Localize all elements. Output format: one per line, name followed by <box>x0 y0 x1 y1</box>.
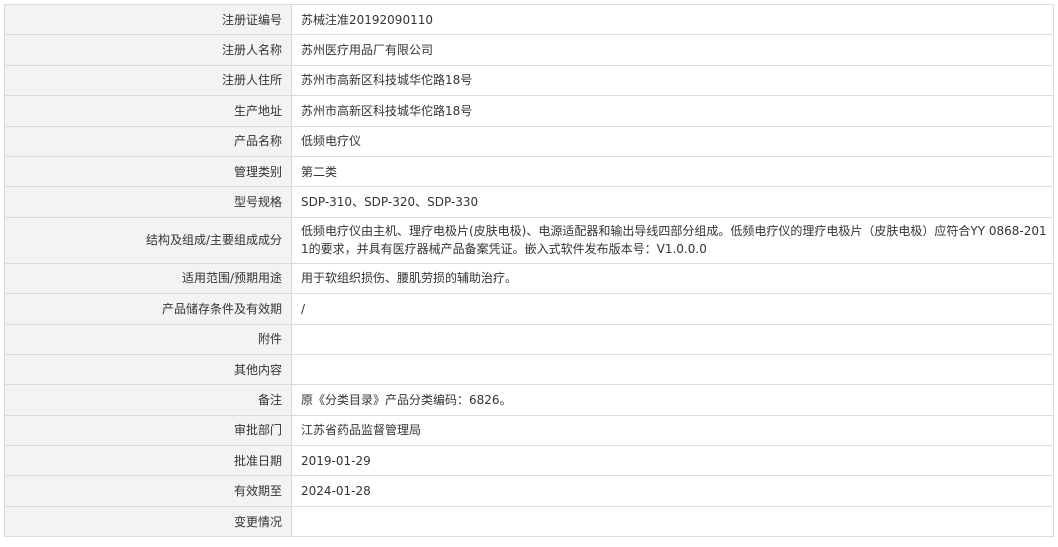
field-value: 江苏省药品监督管理局 <box>291 414 1054 447</box>
field-value: 2019-01-29 <box>291 445 1054 477</box>
field-value: 苏州市高新区科技城华佗路18号 <box>291 64 1054 97</box>
row-approval-department: 审批部门 江苏省药品监督管理局 <box>4 414 1054 447</box>
registration-details-table: 注册证编号 苏械注准20192090110 注册人名称 苏州医疗用品厂有限公司 … <box>4 3 1054 538</box>
field-value: 低频电疗仪 <box>291 125 1054 157</box>
field-label: 备注 <box>4 384 292 416</box>
row-structure-composition: 结构及组成/主要组成成分 低频电疗仪由主机、理疗电极片(皮肤电极)、电源适配器和… <box>4 216 1054 264</box>
row-registration-number: 注册证编号 苏械注准20192090110 <box>4 3 1054 36</box>
field-label: 产品名称 <box>4 125 292 157</box>
row-attachments: 附件 <box>4 323 1054 355</box>
field-label: 注册人住所 <box>4 64 292 97</box>
field-value: / <box>291 293 1054 325</box>
field-value: SDP-310、SDP-320、SDP-330 <box>291 186 1054 218</box>
field-value <box>291 505 1054 538</box>
field-value: 第二类 <box>291 155 1054 188</box>
field-value: 原《分类目录》产品分类编码：6826。 <box>291 384 1054 416</box>
row-valid-until: 有效期至 2024-01-28 <box>4 475 1054 507</box>
row-intended-use: 适用范围/预期用途 用于软组织损伤、腰肌劳损的辅助治疗。 <box>4 262 1054 295</box>
row-model-specification: 型号规格 SDP-310、SDP-320、SDP-330 <box>4 186 1054 218</box>
field-label: 其他内容 <box>4 353 292 386</box>
field-value: 苏州医疗用品厂有限公司 <box>291 34 1054 66</box>
row-remarks: 备注 原《分类目录》产品分类编码：6826。 <box>4 384 1054 416</box>
field-label: 型号规格 <box>4 186 292 218</box>
field-label: 批准日期 <box>4 445 292 477</box>
field-label: 适用范围/预期用途 <box>4 262 292 295</box>
row-registrant-address: 注册人住所 苏州市高新区科技城华佗路18号 <box>4 64 1054 97</box>
row-approval-date: 批准日期 2019-01-29 <box>4 445 1054 477</box>
row-other-content: 其他内容 <box>4 353 1054 386</box>
row-product-name: 产品名称 低频电疗仪 <box>4 125 1054 157</box>
row-storage-validity: 产品储存条件及有效期 / <box>4 293 1054 325</box>
field-value <box>291 323 1054 355</box>
row-production-address: 生产地址 苏州市高新区科技城华佗路18号 <box>4 95 1054 127</box>
field-value: 2024-01-28 <box>291 475 1054 507</box>
field-label: 产品储存条件及有效期 <box>4 293 292 325</box>
field-value: 苏械注准20192090110 <box>291 3 1054 36</box>
field-value: 苏州市高新区科技城华佗路18号 <box>291 95 1054 127</box>
field-label: 结构及组成/主要组成成分 <box>4 216 292 264</box>
field-value: 用于软组织损伤、腰肌劳损的辅助治疗。 <box>291 262 1054 295</box>
field-label: 注册人名称 <box>4 34 292 66</box>
field-value: 低频电疗仪由主机、理疗电极片(皮肤电极)、电源适配器和输出导线四部分组成。低频电… <box>291 216 1054 264</box>
field-label: 审批部门 <box>4 414 292 447</box>
row-registrant-name: 注册人名称 苏州医疗用品厂有限公司 <box>4 34 1054 66</box>
field-label: 生产地址 <box>4 95 292 127</box>
field-value <box>291 353 1054 386</box>
field-label: 有效期至 <box>4 475 292 507</box>
field-label: 注册证编号 <box>4 3 292 36</box>
field-label: 变更情况 <box>4 505 292 538</box>
row-change-history: 变更情况 <box>4 505 1054 538</box>
field-label: 管理类别 <box>4 155 292 188</box>
row-management-category: 管理类别 第二类 <box>4 155 1054 188</box>
field-label: 附件 <box>4 323 292 355</box>
